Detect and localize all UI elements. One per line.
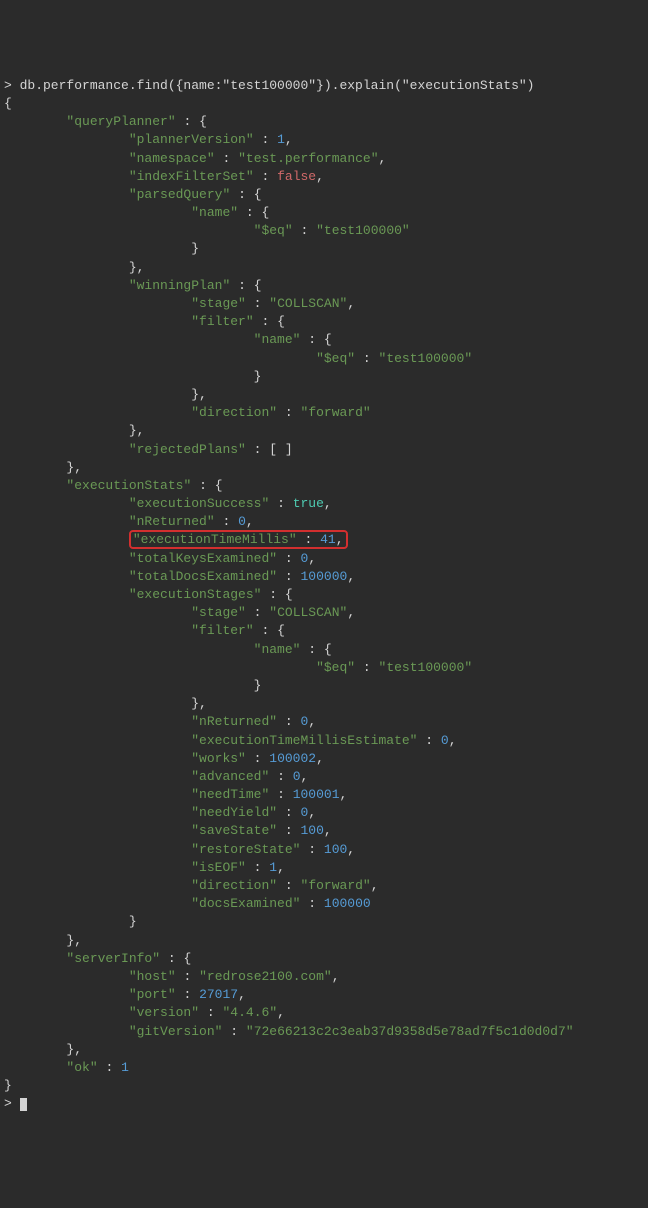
is-eof: 1 (269, 860, 277, 875)
highlighted-execution-time: "executionTimeMillis" : 41, (129, 530, 348, 549)
exec-direction: "forward" (301, 878, 371, 893)
server-port: 27017 (199, 987, 238, 1002)
need-time: 100001 (293, 787, 340, 802)
planner-version: 1 (277, 132, 285, 147)
ok-status: 1 (121, 1060, 129, 1075)
advanced: 0 (293, 769, 301, 784)
execution-time-millis: 41 (320, 532, 336, 547)
exec-filter-eq: "test100000" (379, 660, 473, 675)
terminal-output: > db.performance.find({name:"test100000"… (4, 77, 644, 1114)
execution-success: true (293, 496, 324, 511)
winning-direction: "forward" (301, 405, 371, 420)
save-state: 100 (301, 823, 324, 838)
index-filter-set: false (277, 169, 316, 184)
parsed-query-eq: "test100000" (316, 223, 410, 238)
n-returned: 0 (238, 514, 246, 529)
exec-stage: "COLLSCAN" (269, 605, 347, 620)
namespace: "test.performance" (238, 151, 378, 166)
cursor-icon (20, 1098, 27, 1111)
server-host: "redrose2100.com" (199, 969, 332, 984)
restore-state: 100 (324, 842, 347, 857)
winning-stage: "COLLSCAN" (269, 296, 347, 311)
docs-examined: 100000 (324, 896, 371, 911)
server-version: "4.4.6" (222, 1005, 277, 1020)
winning-filter-eq: "test100000" (379, 351, 473, 366)
exec-time-estimate: 0 (441, 733, 449, 748)
rejected-plans: [ ] (269, 442, 292, 457)
works: 100002 (269, 751, 316, 766)
total-docs-examined: 100000 (301, 569, 348, 584)
prompt-end[interactable]: > (4, 1096, 20, 1111)
git-version: "72e66213c2c3eab37d9358d5e78ad7f5c1d0d0d… (246, 1024, 574, 1039)
command-prompt: > db.performance.find({name:"test100000"… (4, 78, 535, 93)
